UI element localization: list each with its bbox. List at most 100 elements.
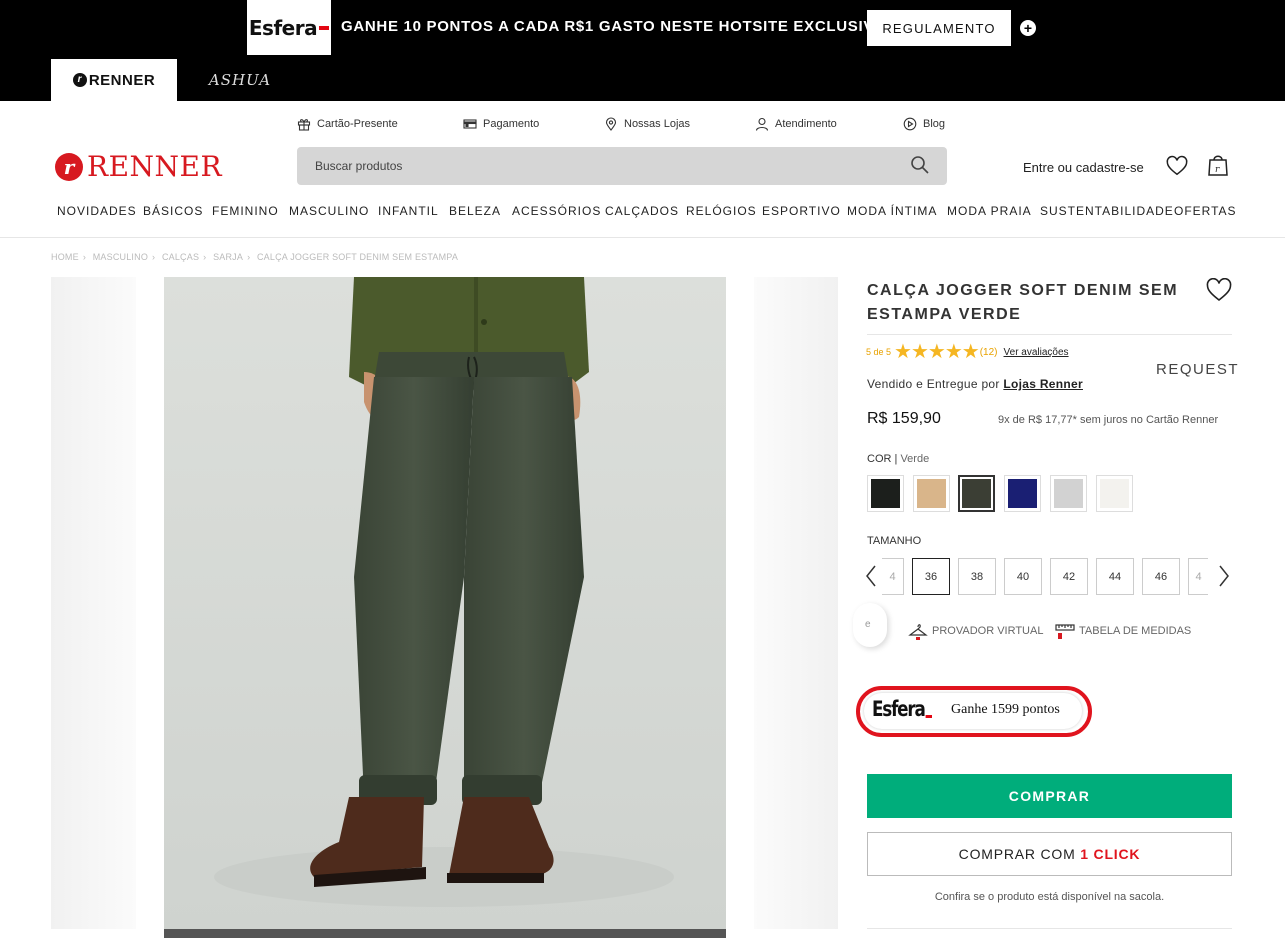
color-label-text: COR bbox=[867, 453, 892, 465]
nav-item-feminino[interactable]: FEMININO bbox=[212, 204, 279, 218]
tab-renner[interactable]: r RENNER bbox=[51, 59, 177, 101]
nav-item-sustentabilidade[interactable]: SUSTENTABILIDADE bbox=[1040, 204, 1174, 218]
renner-logo-text: RENNER bbox=[87, 150, 223, 183]
buy-button[interactable]: COMPRAR bbox=[867, 774, 1232, 818]
promo-text: GANHE 10 PONTOS A CADA R$1 GASTO NESTE H… bbox=[341, 18, 887, 35]
product-price: R$ 159,90 bbox=[867, 410, 941, 427]
util-link-stores[interactable]: Nossas Lojas bbox=[604, 117, 690, 131]
nav-item-ofertas[interactable]: OFERTAS bbox=[1174, 204, 1237, 218]
size-option-partial[interactable]: 4 bbox=[882, 558, 904, 595]
breadcrumb-item[interactable]: SARJA bbox=[213, 252, 243, 262]
size-option-44[interactable]: 44 bbox=[1096, 558, 1134, 595]
play-circle-icon bbox=[903, 117, 917, 131]
color-swatch-navy[interactable] bbox=[1004, 475, 1041, 512]
shopping-bag-icon[interactable]: r bbox=[1207, 153, 1229, 177]
esfera-logo-text: Esfera bbox=[248, 15, 318, 40]
size-chart-link[interactable]: TABELA DE MEDIDAS bbox=[1055, 621, 1191, 641]
nav-item-acessorios[interactable]: ACESSÓRIOS bbox=[512, 204, 601, 218]
header-divider bbox=[0, 237, 1285, 238]
svg-text:r: r bbox=[1215, 165, 1220, 175]
util-link-payment[interactable]: Pagamento bbox=[463, 117, 539, 131]
size-label: TAMANHO bbox=[867, 535, 922, 547]
one-click-highlight: 1 CLICK bbox=[1080, 846, 1141, 862]
breadcrumb-item[interactable]: HOME bbox=[51, 252, 79, 262]
main-nav: NOVIDADES BÁSICOS FEMININO MASCULINO INF… bbox=[0, 204, 1285, 218]
product-brand[interactable]: REQUEST bbox=[1156, 361, 1239, 378]
renner-logo-mark-icon: r bbox=[55, 152, 83, 181]
title-divider bbox=[867, 334, 1232, 335]
product-title: CALÇA JOGGER SOFT DENIM SEM ESTAMPA VERD… bbox=[867, 282, 1179, 323]
promo-bar: Esfera GANHE 10 PONTOS A CADA R$1 GASTO … bbox=[0, 0, 1285, 101]
card-icon bbox=[463, 119, 477, 129]
color-swatch-black[interactable] bbox=[867, 475, 904, 512]
size-option-42[interactable]: 42 bbox=[1050, 558, 1088, 595]
size-prev-arrow-icon[interactable] bbox=[864, 564, 878, 588]
esfera-badge-brand: Esfera bbox=[872, 697, 926, 721]
util-link-label: Atendimento bbox=[775, 118, 837, 130]
search-input[interactable] bbox=[297, 147, 947, 185]
color-swatch-green[interactable] bbox=[958, 475, 995, 512]
nav-item-novidades[interactable]: NOVIDADES bbox=[57, 204, 137, 218]
location-pin-icon bbox=[605, 117, 617, 131]
util-link-label: Blog bbox=[923, 118, 946, 130]
nav-item-esportivo[interactable]: ESPORTIVO bbox=[762, 204, 841, 218]
util-link-blog[interactable]: Blog bbox=[903, 117, 945, 131]
breadcrumb-item[interactable]: MASCULINO bbox=[93, 252, 148, 262]
gallery-prev-image[interactable] bbox=[51, 277, 136, 929]
tab-renner-label: RENNER bbox=[88, 71, 156, 89]
color-swatch-gray[interactable] bbox=[1050, 475, 1087, 512]
gallery-next-image[interactable] bbox=[754, 277, 838, 929]
renner-mini-logo-icon: r bbox=[72, 73, 87, 87]
seller-info: Vendido e Entregue por Lojas Renner bbox=[867, 377, 1083, 391]
size-next-arrow-icon[interactable] bbox=[1217, 564, 1231, 588]
tab-ashua[interactable]: ASHUA bbox=[190, 59, 290, 101]
size-option-46[interactable]: 46 bbox=[1142, 558, 1180, 595]
buy-one-click-button[interactable]: COMPRAR COM 1 CLICK bbox=[867, 832, 1232, 876]
nav-item-basicos[interactable]: BÁSICOS bbox=[143, 204, 203, 218]
util-link-support[interactable]: Atendimento bbox=[755, 117, 837, 131]
panel-divider bbox=[867, 928, 1232, 929]
virtual-fitting-link[interactable]: PROVADOR VIRTUAL bbox=[908, 621, 1043, 641]
color-swatch-offwhite[interactable] bbox=[1096, 475, 1133, 512]
favorite-heart-icon[interactable] bbox=[1206, 278, 1232, 302]
nav-item-beleza[interactable]: BELEZA bbox=[449, 204, 501, 218]
nav-item-infantil[interactable]: INFANTIL bbox=[378, 204, 439, 218]
login-link[interactable]: Entre ou cadastre-se bbox=[1023, 160, 1144, 175]
esfera-badge-logo: Esfera bbox=[872, 697, 932, 721]
nav-item-relogios[interactable]: RELÓGIOS bbox=[686, 204, 757, 218]
installments-info: 9x de R$ 17,77* sem juros no Cartão Renn… bbox=[998, 414, 1219, 426]
star-icon: ★ bbox=[944, 341, 963, 363]
tab-ashua-label: ASHUA bbox=[208, 71, 272, 89]
ruler-icon bbox=[1055, 624, 1075, 639]
color-label: COR | Verde bbox=[867, 453, 930, 465]
nav-item-moda-intima[interactable]: MODA ÍNTIMA bbox=[847, 204, 937, 218]
wishlist-heart-icon[interactable] bbox=[1166, 155, 1188, 177]
regulamento-button[interactable]: REGULAMENTO bbox=[867, 10, 1011, 46]
see-reviews-link[interactable]: Ver avaliações bbox=[1004, 347, 1069, 358]
star-icon: ★ bbox=[961, 341, 980, 363]
size-option-40[interactable]: 40 bbox=[1004, 558, 1042, 595]
availability-note: Confira se o produto está disponível na … bbox=[934, 891, 1165, 903]
size-option-36[interactable]: 36 bbox=[912, 558, 950, 595]
renner-logo[interactable]: r RENNER bbox=[55, 150, 222, 183]
size-option-38[interactable]: 38 bbox=[958, 558, 996, 595]
breadcrumb-item[interactable]: CALÇAS bbox=[162, 252, 199, 262]
util-link-label: Cartão-Presente bbox=[317, 118, 398, 130]
product-main-image[interactable] bbox=[164, 277, 726, 929]
search-icon[interactable] bbox=[910, 155, 930, 175]
esfera-logo: Esfera bbox=[247, 0, 331, 55]
rating-text: 5 de 5 bbox=[866, 347, 892, 357]
size-option-partial[interactable]: 4 bbox=[1188, 558, 1208, 595]
floating-chat-tab[interactable]: e bbox=[853, 603, 887, 647]
util-link-label: Pagamento bbox=[483, 118, 540, 130]
nav-item-masculino[interactable]: MASCULINO bbox=[289, 204, 369, 218]
seller-prefix: Vendido e Entregue por bbox=[867, 377, 1000, 391]
star-icon: ★ bbox=[910, 341, 929, 363]
seller-link[interactable]: Lojas Renner bbox=[1003, 377, 1083, 391]
util-link-gift-card[interactable]: Cartão-Presente bbox=[297, 117, 398, 131]
expand-plus-icon[interactable]: + bbox=[1020, 20, 1036, 36]
nav-item-moda-praia[interactable]: MODA PRAIA bbox=[947, 204, 1032, 218]
color-swatch-beige[interactable] bbox=[913, 475, 950, 512]
nav-item-calcados[interactable]: CALÇADOS bbox=[605, 204, 679, 218]
gallery-progress-bar bbox=[164, 929, 726, 938]
